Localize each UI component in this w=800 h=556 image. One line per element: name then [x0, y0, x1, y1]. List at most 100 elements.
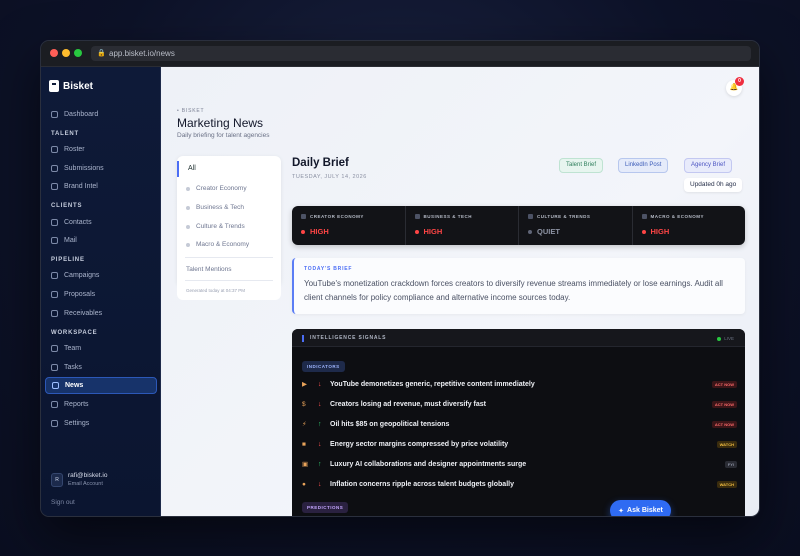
agency-brief-button[interactable]: Agency Brief [684, 158, 733, 173]
minimize-window-button[interactable] [62, 49, 70, 57]
metric-creator-economy: CREATOR ECONOMY HIGH [292, 206, 406, 245]
sidebar-item-news[interactable]: News [45, 377, 157, 394]
talent-brief-label: Talent Brief [566, 162, 597, 168]
filter-label: Creator Economy [196, 185, 247, 192]
check-icon [51, 364, 58, 371]
video-icon: ▶ [302, 381, 307, 388]
search-icon [51, 183, 58, 190]
filter-all[interactable]: All [177, 161, 281, 177]
filter-creator-economy[interactable]: Creator Economy [186, 185, 247, 192]
predictions-tag[interactable]: PREDICTIONS [302, 502, 349, 513]
sidebar-item-reports[interactable]: Reports [45, 396, 157, 413]
megaphone-icon [51, 272, 58, 279]
linkedin-post-button[interactable]: LinkedIn Post [618, 158, 669, 173]
linkedin-post-label: LinkedIn Post [625, 162, 662, 168]
signal-row[interactable]: ▶ ↓ YouTube demonetizes generic, repetit… [302, 377, 737, 391]
filter-culture-trends[interactable]: Culture & Trends [186, 223, 245, 230]
sidebar-item-tasks[interactable]: Tasks [45, 359, 157, 376]
url-text: app.bisket.io/news [109, 49, 175, 58]
notification-badge: 0 [735, 77, 744, 86]
metric-macro-economy: MACRO & ECONOMY HIGH [633, 206, 746, 245]
intelligence-signals: INTELLIGENCE SIGNALS LIVE INDICATORS ▶ ↓… [292, 329, 745, 516]
section-clients: CLIENTS [51, 203, 83, 209]
signal-row[interactable]: ● ↓ Inflation concerns ripple across tal… [302, 477, 737, 491]
sidebar-item-proposals[interactable]: Proposals [45, 286, 157, 303]
signals-header: INTELLIGENCE SIGNALS LIVE [292, 329, 745, 347]
newspaper-icon [52, 382, 59, 389]
priority-badge: ACT NOW [711, 420, 737, 428]
status-dot [528, 229, 532, 234]
factory-icon: ■ [302, 440, 306, 448]
signal-text: Energy sector margins compressed by pric… [330, 440, 509, 448]
globe-icon: ● [302, 480, 306, 488]
signal-row[interactable]: $ ↓ Creators losing ad revenue, must div… [302, 397, 737, 411]
metric-label: CULTURE & TRENDS [537, 214, 591, 219]
section-talent: TALENT [51, 131, 80, 137]
filter-talent-mentions[interactable]: Talent Mentions [186, 266, 232, 273]
close-window-button[interactable] [50, 49, 58, 57]
live-dot [717, 336, 722, 341]
bullet [186, 205, 190, 210]
filter-panel-footer: Talent Mentions Generated today at 04:37… [177, 258, 281, 300]
app-window: 🔒 app.bisket.io/news Bisket Dashboard TA… [40, 40, 760, 517]
todays-brief-label: TODAY'S BRIEF [304, 266, 353, 272]
metric-culture-trends: CULTURE & TRENDS QUIET [519, 206, 633, 245]
updated-status: Updated 0h ago [684, 178, 743, 192]
sidebar-item-mail[interactable]: Mail [45, 232, 157, 249]
ask-bisket-button[interactable]: ✦ Ask Bisket [610, 500, 671, 516]
sidebar-item-team[interactable]: Team [45, 340, 157, 357]
sign-out-button[interactable]: Sign out [51, 499, 75, 506]
sidebar-item-roster[interactable]: Roster [45, 141, 157, 158]
signal-text: Creators losing ad revenue, must diversi… [330, 400, 486, 408]
filter-macro-economy[interactable]: Macro & Economy [186, 241, 249, 248]
filter-label: Culture & Trends [196, 223, 245, 230]
priority-badge: WATCH [716, 440, 737, 448]
arrow-up-icon: ↑ [318, 420, 322, 428]
priority-badge: ACT NOW [711, 400, 737, 408]
arrow-down-icon: ↓ [318, 380, 322, 388]
indicators-tag[interactable]: INDICATORS [302, 361, 345, 372]
signal-row[interactable]: ⚡ ↑ Oil hits $85 on geopolitical tension… [302, 417, 737, 431]
ask-bisket-label: Ask Bisket [627, 507, 663, 514]
signal-text: Luxury AI collaborations and designer ap… [330, 460, 527, 468]
page-title: Marketing News [177, 116, 264, 130]
main-content: 🔔 0 • BISKET Marketing News Daily briefi… [161, 67, 759, 516]
url-bar[interactable]: 🔒 app.bisket.io/news [91, 46, 751, 61]
sidebar-item-receivables[interactable]: Receivables [45, 305, 157, 322]
chart-icon [641, 214, 647, 219]
avatar: R [51, 472, 63, 487]
lock-icon: 🔒 [97, 50, 106, 57]
user-account-type: Email Account [68, 481, 103, 487]
signal-text: Oil hits $85 on geopolitical tensions [330, 420, 450, 428]
sidebar-item-campaigns[interactable]: Campaigns [45, 267, 157, 284]
maximize-window-button[interactable] [74, 49, 82, 57]
globe-icon [528, 214, 533, 219]
bullet [186, 186, 190, 191]
arrow-down-icon: ↓ [318, 480, 322, 488]
brand-name: Bisket [63, 80, 94, 92]
metric-value: HIGH [310, 227, 329, 236]
sidebar-item-settings[interactable]: Settings [45, 415, 157, 432]
user-account[interactable]: R rafi@bisket.io Email Account [51, 472, 107, 487]
building-icon: ▣ [302, 461, 309, 468]
status-dot [641, 229, 646, 234]
sidebar-item-dashboard[interactable]: Dashboard [45, 106, 157, 123]
signal-row[interactable]: ▣ ↑ Luxury AI collaborations and designe… [302, 457, 737, 471]
camera-icon [301, 214, 306, 219]
sidebar-item-contacts[interactable]: Contacts [45, 214, 157, 231]
sidebar-item-brand-intel[interactable]: Brand Intel [45, 178, 157, 195]
page-subtitle: Daily briefing for talent agencies [177, 132, 270, 139]
talent-brief-button[interactable]: Talent Brief [559, 158, 604, 173]
filter-business-tech[interactable]: Business & Tech [186, 204, 244, 211]
user-email: rafi@bisket.io [68, 472, 108, 479]
signals-title: INTELLIGENCE SIGNALS [302, 335, 386, 342]
bisket-logo-icon [49, 80, 59, 92]
invoice-icon [51, 310, 58, 317]
metric-value: HIGH [650, 227, 670, 236]
sidebar-item-submissions[interactable]: Submissions [45, 160, 157, 177]
arrow-down-icon: ↓ [318, 440, 322, 448]
section-workspace: WORKSPACE [51, 330, 98, 336]
signal-row[interactable]: ■ ↓ Energy sector margins compressed by … [302, 437, 737, 451]
todays-brief-text: YouTube's monetization crackdown forces … [304, 279, 723, 302]
brand[interactable]: Bisket [49, 79, 93, 93]
